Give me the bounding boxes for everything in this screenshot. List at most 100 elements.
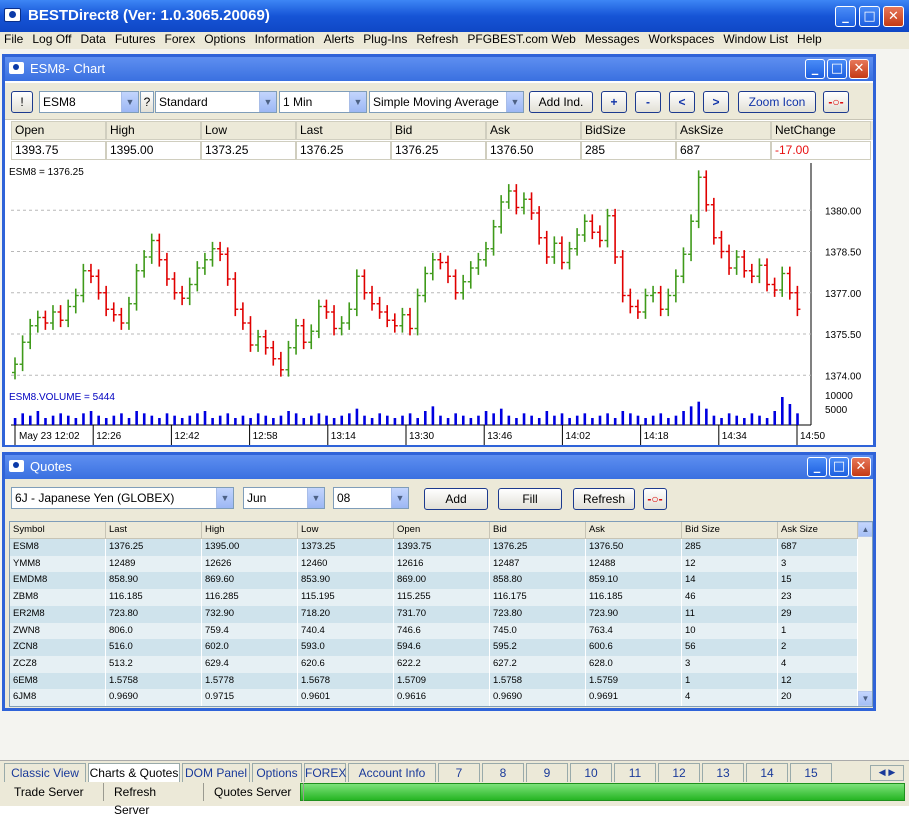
table-row[interactable]: YMM8 12489 12626 12460 12616 12487 12488 12 3 bbox=[10, 555, 858, 573]
menu-workspaces[interactable]: Workspaces bbox=[649, 32, 715, 49]
tab-9[interactable]: 9 bbox=[526, 763, 568, 782]
contract-combo[interactable]: 6J - Japanese Yen (GLOBEX) ▼ bbox=[11, 487, 234, 509]
symbol-help-button[interactable]: ? bbox=[140, 91, 154, 113]
table-row[interactable]: 6EM8 1.5758 1.5778 1.5678 1.5709 1.5758 1.5759… bbox=[10, 672, 858, 690]
volume-tick-label: 5000 bbox=[825, 405, 848, 416]
table-row[interactable]: ZBM8 116.185 116.285 115.195 115.255 116.175 1… bbox=[10, 589, 858, 607]
column-header[interactable]: Last bbox=[106, 522, 202, 538]
scroll-right-button[interactable]: > bbox=[703, 91, 729, 113]
tab-8[interactable]: 8 bbox=[482, 763, 524, 782]
chart-close-button[interactable]: ✕ bbox=[849, 59, 869, 79]
chevron-down-icon[interactable]: ▼ bbox=[307, 488, 324, 508]
symbol-combo[interactable]: ESM8 ▼ bbox=[39, 91, 139, 113]
interval-combo[interactable]: 1 Min ▼ bbox=[279, 91, 367, 113]
table-row[interactable]: ESM8 1376.25 1395.00 1373.25 1393.75 1376.25 1… bbox=[10, 539, 858, 556]
tab-11[interactable]: 11 bbox=[614, 763, 656, 782]
alert-button[interactable]: ! bbox=[11, 91, 33, 113]
menu-plug-ins[interactable]: Plug-Ins bbox=[363, 32, 407, 49]
table-cell: 3 bbox=[778, 555, 858, 573]
menu-help[interactable]: Help bbox=[797, 32, 822, 49]
menu-data[interactable]: Data bbox=[80, 32, 105, 49]
maximize-button[interactable]: □ bbox=[859, 6, 880, 27]
tab-charts-quotes[interactable]: Charts & Quotes bbox=[88, 763, 180, 782]
column-header[interactable]: Ask Size bbox=[778, 522, 858, 538]
fill-button[interactable]: Fill bbox=[498, 488, 562, 510]
disconnect-icon[interactable]: -○- bbox=[823, 91, 849, 113]
quotes-minimize-button[interactable]: _ bbox=[807, 457, 827, 477]
table-row[interactable]: 6JM8 0.9690 0.9715 0.9601 0.9616 0.9690 0.9691… bbox=[10, 689, 858, 706]
tab-options[interactable]: Options bbox=[252, 763, 302, 782]
price-chart[interactable]: 1380.00 1378.50 1377.00 1375.50 1374.00 ESM8 … bbox=[5, 163, 873, 445]
add-indicator-button[interactable]: Add Ind. bbox=[529, 91, 593, 113]
chart-minimize-button[interactable]: _ bbox=[805, 59, 825, 79]
menu-messages[interactable]: Messages bbox=[585, 32, 640, 49]
menu-log-off[interactable]: Log Off bbox=[32, 32, 71, 49]
chevron-down-icon[interactable]: ▼ bbox=[259, 92, 276, 112]
column-header[interactable]: Symbol bbox=[10, 522, 106, 538]
tab-13[interactable]: 13 bbox=[702, 763, 744, 782]
zoom-icon-button[interactable]: Zoom Icon bbox=[738, 91, 816, 113]
tab-account-info[interactable]: Account Info bbox=[348, 763, 436, 782]
tab-dom-panel[interactable]: DOM Panel bbox=[182, 763, 250, 782]
table-cell: 516.0 bbox=[106, 639, 202, 657]
table-cell: 859.10 bbox=[586, 572, 682, 590]
chart-style-combo[interactable]: Standard ▼ bbox=[155, 91, 277, 113]
tab-10[interactable]: 10 bbox=[570, 763, 612, 782]
table-cell: 595.2 bbox=[490, 639, 586, 657]
quote-value-cell: 1373.25 bbox=[201, 141, 296, 160]
column-header[interactable]: Bid Size bbox=[682, 522, 778, 538]
menu-refresh[interactable]: Refresh bbox=[416, 32, 458, 49]
indicator-combo[interactable]: Simple Moving Average ▼ bbox=[369, 91, 524, 113]
menu-futures[interactable]: Futures bbox=[115, 32, 156, 49]
tab-14[interactable]: 14 bbox=[746, 763, 788, 782]
month-combo[interactable]: Jun ▼ bbox=[243, 487, 325, 509]
tab-12[interactable]: 12 bbox=[658, 763, 700, 782]
refresh-button[interactable]: Refresh bbox=[573, 488, 635, 510]
quotes-close-button[interactable]: ✕ bbox=[851, 457, 871, 477]
minimize-button[interactable]: _ bbox=[835, 6, 856, 27]
scroll-up-icon[interactable]: ▲ bbox=[858, 522, 872, 537]
tab-15[interactable]: 15 bbox=[790, 763, 832, 782]
menu-options[interactable]: Options bbox=[204, 32, 245, 49]
volume-bar bbox=[727, 413, 731, 425]
scroll-left-button[interactable]: < bbox=[669, 91, 695, 113]
menu-alerts[interactable]: Alerts bbox=[324, 32, 355, 49]
chevron-down-icon[interactable]: ▼ bbox=[391, 488, 408, 508]
chart-title: ESM8 = 1376.25 bbox=[9, 167, 84, 178]
volume-bar bbox=[560, 413, 564, 425]
chevron-down-icon[interactable]: ▼ bbox=[121, 92, 138, 112]
disconnect-icon[interactable]: -○- bbox=[643, 488, 667, 510]
chevron-down-icon[interactable]: ▼ bbox=[216, 488, 233, 508]
column-header[interactable]: Open bbox=[394, 522, 490, 538]
table-row[interactable]: ER2M8 723.80 732.90 718.20 731.70 723.80 723.9… bbox=[10, 605, 858, 623]
tab-forex[interactable]: FOREX bbox=[304, 763, 346, 782]
scroll-down-icon[interactable]: ▼ bbox=[858, 691, 872, 706]
tab-7[interactable]: 7 bbox=[438, 763, 480, 782]
tab-classic-view[interactable]: Classic View bbox=[4, 763, 86, 782]
close-button[interactable]: ✕ bbox=[883, 6, 904, 27]
menu-file[interactable]: File bbox=[4, 32, 23, 49]
quotes-maximize-button[interactable]: □ bbox=[829, 457, 849, 477]
menu-forex[interactable]: Forex bbox=[165, 32, 196, 49]
column-header[interactable]: Low bbox=[298, 522, 394, 538]
zoom-out-button[interactable]: - bbox=[635, 91, 661, 113]
tab-scroll-arrows-icon[interactable]: ◀ ▶ bbox=[870, 765, 904, 781]
zoom-in-button[interactable]: + bbox=[601, 91, 627, 113]
table-row[interactable]: ZCZ8 513.2 629.4 620.6 622.2 627.2 628.0 3 4 bbox=[10, 655, 858, 673]
column-header[interactable]: Bid bbox=[490, 522, 586, 538]
quotes-scrollbar[interactable]: ▲ ▼ bbox=[857, 522, 872, 706]
menu-pfgbest-com-web[interactable]: PFGBEST.com Web bbox=[467, 32, 575, 49]
table-row[interactable]: ZCN8 516.0 602.0 593.0 594.6 595.2 600.6 56 2 bbox=[10, 639, 858, 657]
table-cell: ZBM8 bbox=[10, 589, 106, 607]
chart-maximize-button[interactable]: □ bbox=[827, 59, 847, 79]
year-combo[interactable]: 08 ▼ bbox=[333, 487, 409, 509]
table-row[interactable]: EMDM8 858.90 869.60 853.90 869.00 858.80 859.1… bbox=[10, 572, 858, 590]
column-header[interactable]: High bbox=[202, 522, 298, 538]
menu-information[interactable]: Information bbox=[255, 32, 315, 49]
menu-window-list[interactable]: Window List bbox=[723, 32, 788, 49]
chevron-down-icon[interactable]: ▼ bbox=[349, 92, 366, 112]
add-quote-button[interactable]: Add bbox=[424, 488, 488, 510]
column-header[interactable]: Ask bbox=[586, 522, 682, 538]
table-row[interactable]: ZWN8 806.0 759.4 740.4 746.6 745.0 763.4 10 1 bbox=[10, 622, 858, 640]
chevron-down-icon[interactable]: ▼ bbox=[506, 92, 523, 112]
